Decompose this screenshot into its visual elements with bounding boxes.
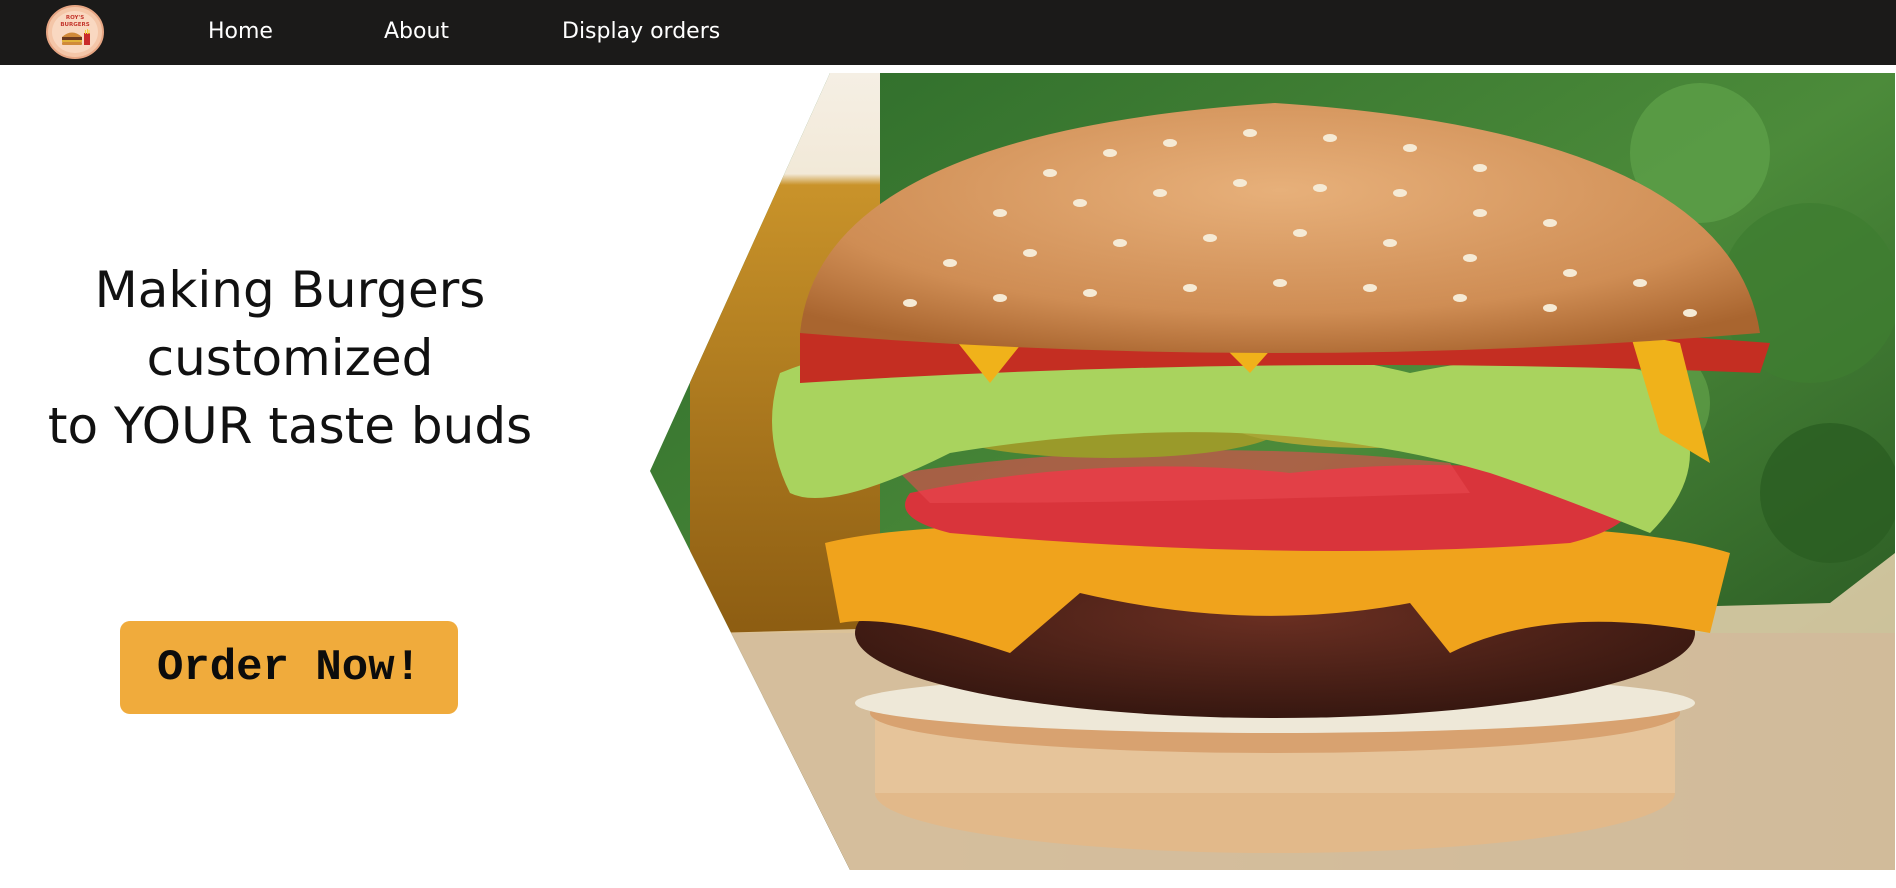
top-navbar: ROY'S BURGERS Home About Display orders [0, 0, 1896, 65]
nav-home-link[interactable]: Home [208, 19, 273, 44]
hero-headline: Making Burgers customized to YOUR taste … [20, 256, 560, 460]
nav-about-link[interactable]: About [384, 19, 449, 44]
hero-headline-line-2: customized [146, 329, 434, 387]
hero-headline-line-3: to YOUR taste buds [47, 397, 533, 455]
order-now-button[interactable]: Order Now! [120, 621, 458, 714]
hero-headline-line-1: Making Burgers [94, 261, 486, 319]
svg-text:BURGERS: BURGERS [60, 22, 89, 28]
nav-display-orders-link[interactable]: Display orders [562, 19, 720, 44]
hero-burger-image [650, 73, 1895, 870]
burger-logo-icon[interactable]: ROY'S BURGERS [45, 4, 105, 60]
svg-text:ROY'S: ROY'S [66, 15, 84, 21]
